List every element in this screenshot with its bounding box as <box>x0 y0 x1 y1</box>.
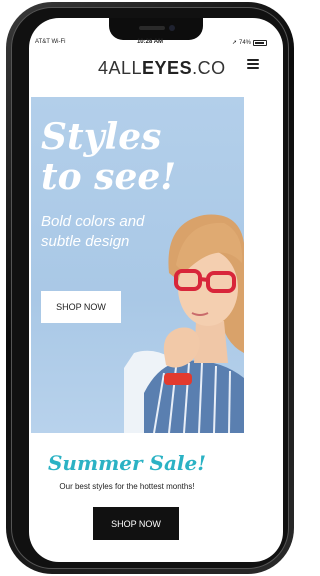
sale-shop-now-button[interactable]: SHOP NOW <box>93 507 179 540</box>
hero-headline: Styles to see! <box>41 117 176 197</box>
site-header: 4ALLEYES.CO <box>23 50 277 80</box>
hero-headline-line2: to see! <box>41 156 177 198</box>
logo-part-bold: EYES <box>142 58 193 78</box>
sale-subtitle: Our best styles for the hottest months! <box>59 482 195 491</box>
hamburger-menu-icon[interactable] <box>247 59 259 69</box>
logo-part-light: 4ALL <box>98 58 143 78</box>
sale-title: Summer Sale! <box>47 451 207 475</box>
speaker-grille <box>139 26 165 30</box>
battery-icon <box>253 39 267 46</box>
front-camera <box>169 25 175 31</box>
hero-shop-now-button[interactable]: SHOP NOW <box>41 291 121 323</box>
status-right: ➚ 74% <box>232 39 267 46</box>
hero-headline-line1: Styles <box>41 116 162 158</box>
logo-part-suffix: .CO <box>192 58 226 78</box>
battery-percent: 74% <box>238 39 251 46</box>
site-logo[interactable]: 4ALLEYES.CO <box>98 58 226 79</box>
model-photo <box>124 214 244 433</box>
status-bar: AT&T Wi-Fi 10:28 AM ➚ 74% <box>23 37 277 49</box>
location-icon: ➚ <box>231 40 237 46</box>
hero-banner: Styles to see! Bold colors and subtle de… <box>31 97 244 433</box>
